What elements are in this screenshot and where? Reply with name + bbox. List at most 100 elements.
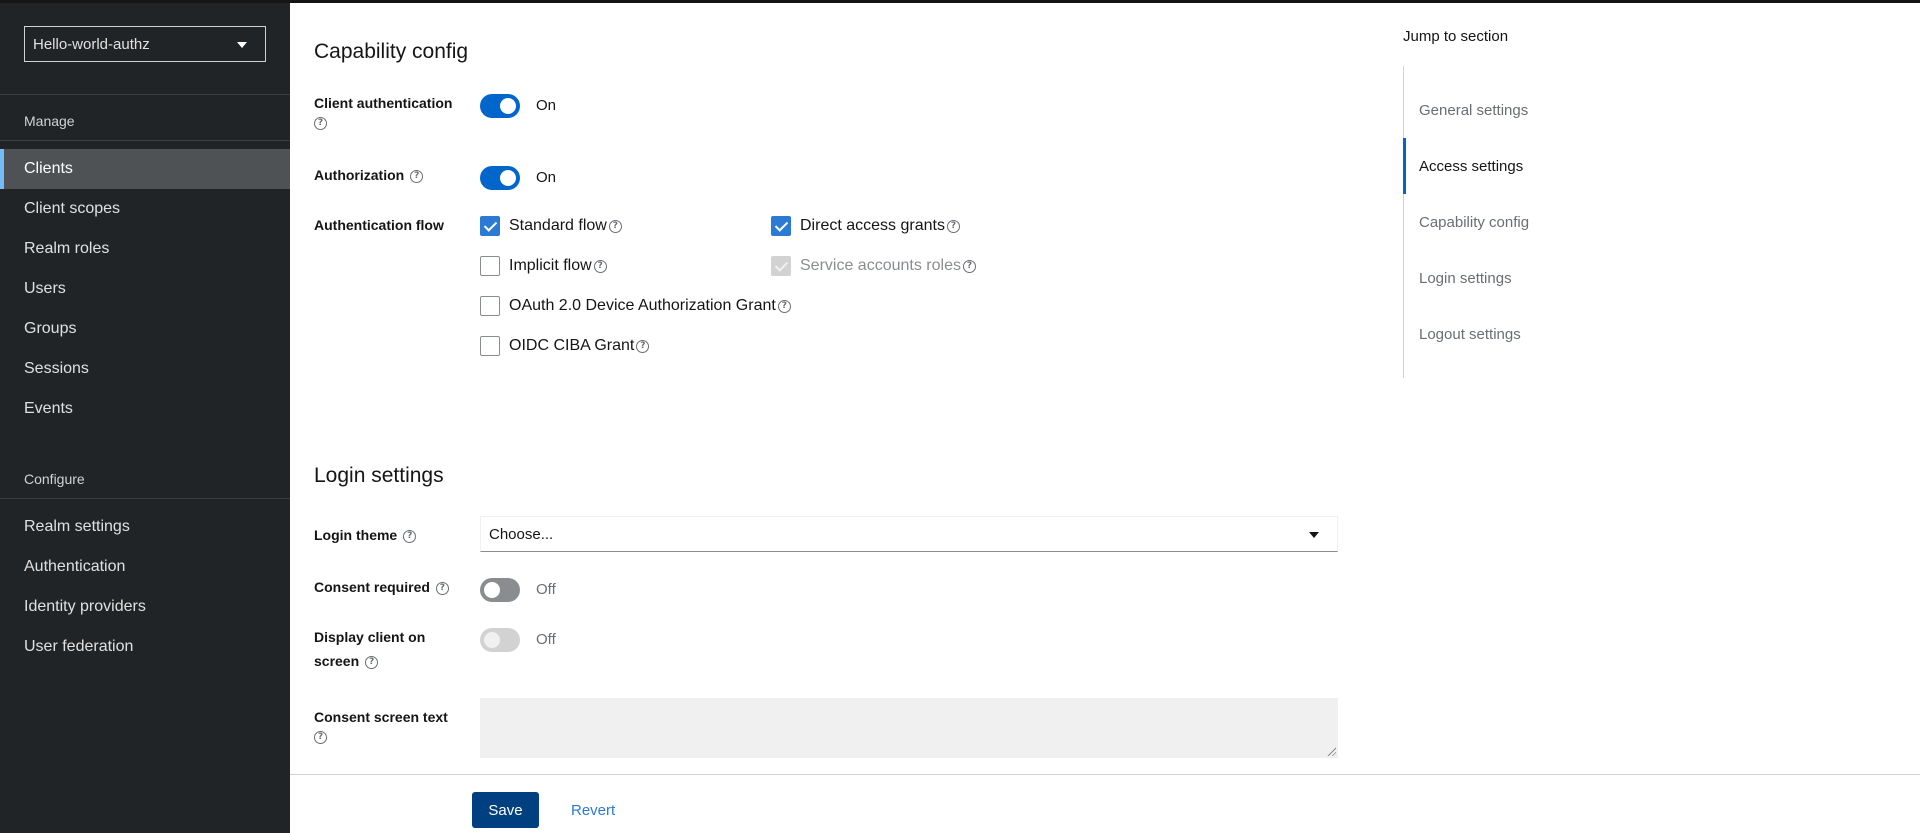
consent-required-toggle[interactable] [480,578,520,602]
client-auth-state: On [536,97,557,114]
display-client-toggle [480,628,520,652]
login-theme-select[interactable]: Choose... [480,516,1338,552]
client-auth-label-text: Client authentication [314,95,453,111]
revert-button[interactable]: Revert [571,792,615,828]
capability-config-heading: Capability config [314,40,469,63]
checkbox-checked[interactable] [480,216,500,236]
caret-down-icon [237,42,247,48]
help-icon[interactable]: ? [314,731,327,744]
authorization-state: On [536,169,557,186]
sidebar-item-realm-roles[interactable]: Realm roles [0,229,290,269]
sidebar-item-label: Users [24,280,66,297]
jump-item-capability-config[interactable]: Capability config [1404,194,1684,250]
sidebar-item-user-federation[interactable]: User federation [0,627,290,667]
checkbox-unchecked[interactable] [480,296,500,316]
auth-flow-label: Authentication flow [314,217,444,233]
checkbox-checked[interactable] [771,216,791,236]
consent-required-state: Off [536,581,556,598]
toggle-knob [484,582,500,598]
display-client-label-text: screen [314,653,360,669]
consent-screen-text-input[interactable] [480,698,1338,758]
sidebar-item-label: User federation [24,638,134,655]
implicit-flow-checkbox[interactable]: Implicit flow? [480,256,607,276]
form-footer: Save Revert [290,774,1920,833]
checkbox-label: Standard flow [509,217,607,234]
sidebar-item-label: Sessions [24,360,89,377]
checkbox-unchecked[interactable] [480,336,500,356]
sidebar: Hello-world-authz Manage Clients Client … [0,0,290,833]
sidebar-item-clients[interactable]: Clients [0,149,290,189]
consent-text-label: Consent screen text ? [314,705,448,744]
display-client-label-text: Display client on [314,629,426,645]
checkbox-label: OAuth 2.0 Device Authorization Grant [509,297,776,314]
help-icon[interactable]: ? [410,169,424,183]
sidebar-item-label: Identity providers [24,598,146,615]
login-theme-value: Choose... [489,525,554,543]
help-icon[interactable]: ? [435,581,449,595]
sidebar-section-configure: Configure [24,471,85,487]
checkbox-label: Service accounts roles [800,257,961,274]
sidebar-item-groups[interactable]: Groups [0,309,290,349]
sidebar-item-label: Clients [24,160,73,177]
checkbox-unchecked[interactable] [480,256,500,276]
consent-required-label: Consent required? [314,575,449,599]
sidebar-item-identity-providers[interactable]: Identity providers [0,587,290,627]
client-auth-label: Client authentication ? [314,91,452,130]
help-icon[interactable]: ? [777,299,791,313]
sidebar-item-events[interactable]: Events [0,389,290,429]
toggle-knob [500,98,516,114]
top-border [0,0,1920,3]
sidebar-item-label: Realm roles [24,240,110,257]
sidebar-item-authentication[interactable]: Authentication [0,547,290,587]
display-client-state: Off [536,631,556,648]
sidebar-item-label: Realm settings [24,518,130,535]
help-icon[interactable]: ? [946,219,960,233]
help-icon[interactable]: ? [314,117,327,130]
toggle-knob [500,170,516,186]
authorization-label-text: Authorization [314,167,405,183]
login-settings-heading: Login settings [314,464,444,487]
sidebar-divider [0,140,290,141]
sidebar-section-manage: Manage [24,113,75,129]
sidebar-divider [0,498,290,499]
jump-item-general-settings[interactable]: General settings [1404,82,1684,138]
help-icon[interactable]: ? [608,219,622,233]
help-icon[interactable]: ? [403,529,417,543]
sidebar-item-users[interactable]: Users [0,269,290,309]
help-icon[interactable]: ? [593,259,607,273]
oidc-ciba-grant-checkbox[interactable]: OIDC CIBA Grant? [480,336,650,356]
sidebar-item-label: Client scopes [24,200,121,217]
realm-name: Hello-world-authz [33,35,150,53]
sidebar-item-label: Groups [24,320,77,337]
realm-selector[interactable]: Hello-world-authz [24,26,266,62]
sidebar-item-realm-settings[interactable]: Realm settings [0,507,290,547]
jump-to-section-nav: General settings Access settings Capabil… [1403,66,1703,378]
standard-flow-checkbox[interactable]: Standard flow? [480,216,622,236]
authorization-label: Authorization? [314,163,424,187]
service-accounts-roles-checkbox: Service accounts roles? [771,256,976,276]
jump-item-access-settings[interactable]: Access settings [1403,138,1683,194]
display-client-label: Display client on screen? [314,625,425,673]
authorization-toggle[interactable] [480,166,520,190]
help-icon[interactable]: ? [962,259,976,273]
checkbox-disabled-checked [771,256,791,276]
sidebar-item-client-scopes[interactable]: Client scopes [0,189,290,229]
help-icon[interactable]: ? [365,655,379,669]
sidebar-item-label: Events [24,400,73,417]
jump-item-logout-settings[interactable]: Logout settings [1404,306,1684,362]
help-icon[interactable]: ? [636,339,650,353]
sidebar-item-sessions[interactable]: Sessions [0,349,290,389]
jump-to-section-title: Jump to section [1403,28,1509,45]
direct-access-grants-checkbox[interactable]: Direct access grants? [771,216,960,236]
consent-text-label-text: Consent screen text [314,709,448,725]
sidebar-divider [0,94,290,95]
oauth-device-grant-checkbox[interactable]: OAuth 2.0 Device Authorization Grant? [480,296,791,316]
jump-item-login-settings[interactable]: Login settings [1404,250,1684,306]
login-theme-label-text: Login theme [314,527,398,543]
client-auth-toggle[interactable] [480,94,520,118]
checkbox-label: OIDC CIBA Grant [509,337,635,354]
save-button[interactable]: Save [472,792,539,828]
checkbox-label: Direct access grants [800,217,945,234]
sidebar-item-label: Authentication [24,558,126,575]
resize-handle-icon[interactable] [1326,746,1336,756]
